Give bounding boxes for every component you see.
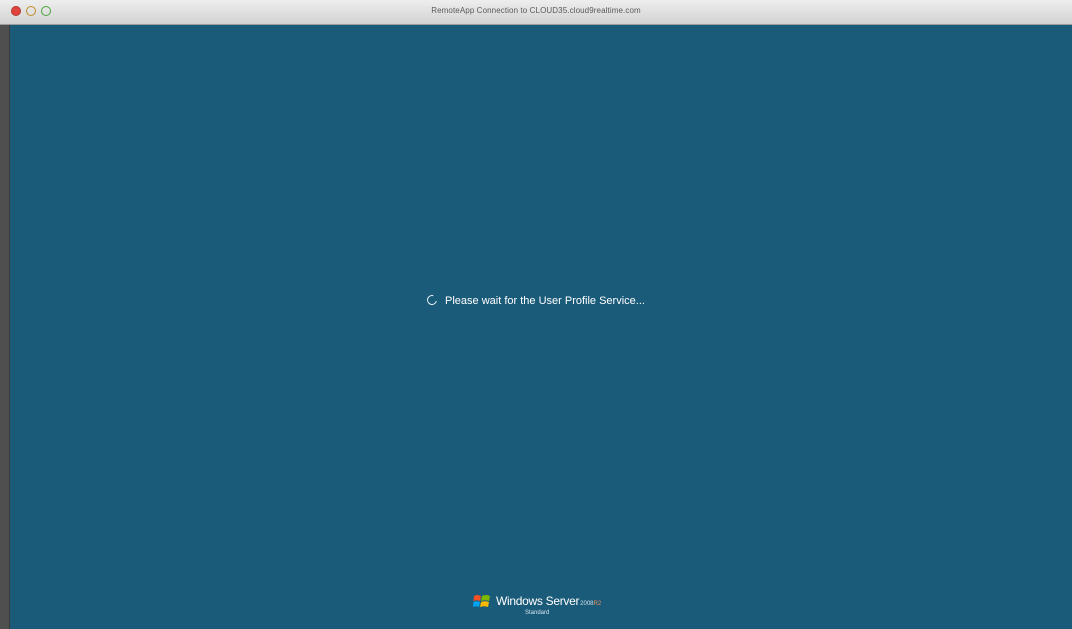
status-message-area: Please wait for the User Profile Service… [0,292,1072,310]
remote-desktop-window: RemoteApp Connection to CLOUD35.cloud9re… [0,0,1072,629]
edition-label: Standard [525,610,550,616]
title-bar[interactable]: RemoteApp Connection to CLOUD35.cloud9re… [0,0,1072,25]
window-left-edge [0,25,10,629]
release-label: R2 [593,601,602,607]
product-version: 2008R2 [580,601,601,607]
windows-server-branding: Windows Server2008R2 Standard [472,588,652,622]
product-name-text: Windows Server [496,594,580,608]
version-number: 2008 [580,601,594,607]
product-name: Windows Server2008R2 [496,594,601,608]
loading-spinner-icon [425,293,439,307]
status-message: Please wait for the User Profile Service… [445,295,645,307]
window-title: RemoteApp Connection to CLOUD35.cloud9re… [431,6,641,15]
windows-flag-logo-icon [473,595,490,607]
